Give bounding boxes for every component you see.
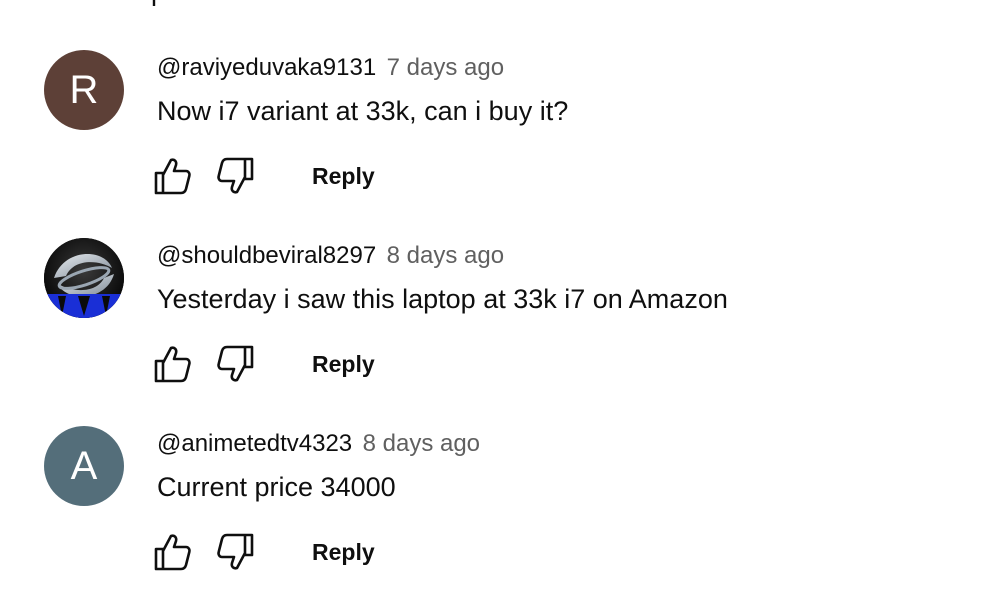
reply-button[interactable]: Reply bbox=[312, 539, 375, 566]
comment-actions: Reply bbox=[150, 154, 375, 198]
comment-timestamp[interactable]: 8 days ago bbox=[387, 242, 504, 269]
avatar[interactable] bbox=[44, 238, 124, 318]
thumbs-up-icon[interactable] bbox=[150, 154, 194, 198]
avatar-letter: R bbox=[69, 68, 99, 112]
comments-section: R @raviyeduvaka9131 7 days ago Now i7 va… bbox=[0, 0, 1002, 602]
thumbs-up-icon[interactable] bbox=[150, 530, 194, 574]
thumbs-down-icon[interactable] bbox=[214, 154, 258, 198]
comment-text: Now i7 variant at 33k, can i buy it? bbox=[157, 96, 569, 126]
reply-button[interactable]: Reply bbox=[312, 163, 375, 190]
comment-actions: Reply bbox=[150, 342, 375, 386]
avatar-letter: A bbox=[70, 444, 98, 488]
comment-header: @shouldbeviral8297 8 days ago bbox=[157, 242, 504, 270]
author-name[interactable]: @raviyeduvaka9131 bbox=[157, 54, 376, 81]
comment-text: Current price 34000 bbox=[157, 472, 396, 502]
avatar[interactable]: R bbox=[44, 50, 124, 130]
reply-button[interactable]: Reply bbox=[312, 351, 375, 378]
comment-actions: Reply bbox=[150, 530, 375, 574]
author-name[interactable]: @animetedtv4323 bbox=[157, 430, 352, 457]
previous-comment-actions bbox=[150, 0, 262, 6]
thumbs-down-icon[interactable] bbox=[214, 530, 258, 574]
comment-item: A @animetedtv4323 8 days ago Current pri… bbox=[0, 426, 1002, 602]
comment-timestamp[interactable]: 7 days ago bbox=[387, 54, 504, 81]
comment-item: R @raviyeduvaka9131 7 days ago Now i7 va… bbox=[0, 50, 1002, 238]
comment-timestamp[interactable]: 8 days ago bbox=[363, 430, 480, 457]
comment-header: @animetedtv4323 8 days ago bbox=[157, 430, 480, 458]
thumbs-up-icon[interactable] bbox=[150, 342, 194, 386]
avatar-logo-image bbox=[44, 238, 124, 318]
thumbs-up-icon[interactable] bbox=[150, 0, 190, 6]
comment-item: @shouldbeviral8297 8 days ago Yesterday … bbox=[0, 238, 1002, 426]
comment-text: Yesterday i saw this laptop at 33k i7 on… bbox=[157, 284, 728, 314]
comment-header: @raviyeduvaka9131 7 days ago bbox=[157, 54, 504, 82]
author-name[interactable]: @shouldbeviral8297 bbox=[157, 242, 376, 269]
thumbs-down-icon[interactable] bbox=[214, 342, 258, 386]
thumbs-down-icon[interactable] bbox=[222, 0, 262, 6]
avatar[interactable]: A bbox=[44, 426, 124, 506]
